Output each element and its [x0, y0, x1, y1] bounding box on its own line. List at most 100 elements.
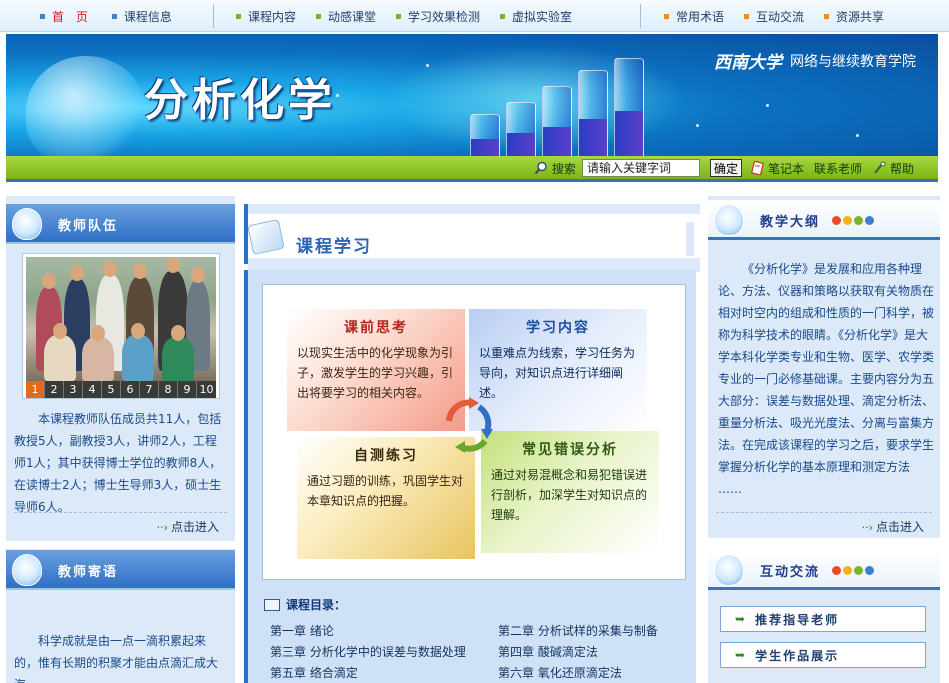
help-link[interactable]: 帮助	[890, 160, 914, 177]
photo-page-10[interactable]: 10	[197, 381, 216, 398]
double-arrow-icon: ··›	[861, 521, 873, 534]
chapter-link-4[interactable]: 第四章 酸碱滴定法	[498, 643, 598, 660]
flask-icon	[26, 56, 146, 156]
square-bullet-icon	[744, 13, 750, 19]
test-tube-icon	[614, 58, 644, 156]
syllabus-header: 教学大纲	[708, 200, 940, 240]
learning-content-text: 以重难点为线索，学习任务为导向，对知识点进行详细阐述。	[479, 346, 636, 400]
top-navigation: 首 页 课程信息 课程内容 动感课堂 学习效果检测 虚拟实验室 常用术语 互动交…	[0, 0, 949, 32]
right-column: 教学大纲 《分析化学》是发展和应用各种理论、方法、仪器和策略以获取有关物质在相对…	[708, 196, 940, 683]
pen-notepad-icon	[247, 219, 285, 255]
syllabus-more-link[interactable]: ··› 点击进入	[862, 518, 924, 535]
photo-page-3[interactable]: 3	[64, 381, 83, 398]
nav-home-label: 首 页	[52, 9, 92, 24]
search-input[interactable]	[581, 159, 700, 177]
square-bullet-icon	[824, 13, 830, 19]
double-arrow-icon: ··›	[156, 521, 168, 534]
common-errors-text: 通过对易混概念和易犯错误进行剖析，加深学生对知识点的理解。	[491, 468, 648, 522]
chapter-link-2[interactable]: 第二章 分析试样的采集与制备	[498, 622, 658, 639]
student-works-button[interactable]: ➥ 学生作品展示	[720, 642, 926, 668]
interaction-title: 互动交流	[760, 565, 821, 580]
notebook-icon	[750, 161, 764, 175]
search-bar-inner: 搜索 确定 笔记本 联系老师 帮助	[534, 158, 924, 178]
nav-divider	[640, 4, 641, 28]
search-submit-button[interactable]: 确定	[709, 159, 742, 177]
flask-icon	[714, 204, 744, 236]
nav-learning-test-label: 学习效果检测	[408, 9, 481, 24]
syllabus-text: 《分析化学》是发展和应用各种理论、方法、仪器和策略以获取有关物质在相对时空内的组…	[718, 262, 935, 496]
chapter-link-5[interactable]: 第五章 络合滴定	[270, 664, 358, 681]
nav-resources-label: 资源共享	[836, 9, 885, 24]
sparkle-icon	[696, 124, 699, 127]
university-logo: 西南大学 网络与继续教育学院	[714, 48, 916, 73]
nav-virtual-lab[interactable]: 虚拟实验室	[500, 8, 572, 25]
contact-teacher-link[interactable]: 联系老师	[814, 160, 862, 177]
arrow-icon: ➥	[735, 612, 748, 626]
teacher-team-photo[interactable]: 1 2 3 4 5 6 7 8 9 10	[23, 254, 219, 398]
square-bullet-icon	[111, 13, 117, 19]
photo-page-8[interactable]: 8	[159, 381, 178, 398]
teacher-team-more-link[interactable]: ··› 点击进入	[157, 518, 219, 535]
sparkle-icon	[426, 64, 429, 67]
nav-group-course: 课程内容 动感课堂 学习效果检测 虚拟实验室	[236, 0, 592, 32]
course-catalog-title: 课程目录：	[286, 598, 347, 612]
nav-course-content[interactable]: 课程内容	[236, 8, 296, 25]
cycle-arrows-icon	[446, 397, 493, 453]
nav-dynamic-class-label: 动感课堂	[328, 9, 377, 24]
nav-interaction-label: 互动交流	[756, 9, 805, 24]
nav-terms[interactable]: 常用术语	[664, 8, 724, 25]
divider	[14, 512, 227, 513]
help-icon	[874, 161, 886, 174]
header-band	[248, 204, 700, 214]
nav-dynamic-class[interactable]: 动感课堂	[316, 8, 376, 25]
syllabus-title: 教学大纲	[760, 215, 821, 230]
course-study-header: 课程学习	[244, 204, 700, 272]
common-errors-tile[interactable]: 常见错误分析 通过对易混概念和易犯错误进行剖析，加深学生对知识点的理解。	[481, 431, 659, 553]
nav-course-info[interactable]: 课程信息	[111, 8, 172, 25]
square-bullet-icon	[236, 13, 241, 19]
photo-page-6[interactable]: 6	[121, 381, 140, 398]
photo-page-2[interactable]: 2	[45, 381, 64, 398]
nav-virtual-lab-label: 虚拟实验室	[512, 9, 573, 24]
test-tube-icon	[578, 70, 608, 156]
study-modules: 课前思考 以现实生活中的化学现象为引子，激发学生的学习兴趣，引出将要学习的相关内…	[262, 284, 686, 580]
teacher-team-header: 教师队伍	[6, 204, 235, 244]
header-edge	[686, 222, 694, 256]
teacher-message-text: 科学成就是由一点一滴积累起来的，惟有长期的积聚才能由点滴汇成大海。	[14, 634, 219, 683]
chapter-link-3[interactable]: 第三章 分析化学中的误差与数据处理	[270, 643, 466, 660]
nav-divider	[213, 4, 214, 28]
photo-pager: 1 2 3 4 5 6 7 8 9 10	[26, 381, 216, 398]
course-study-title: 课程学习	[296, 237, 372, 257]
self-test-tile[interactable]: 自测练习 通过习题的训练，巩固学生对本章知识点的把握。	[297, 437, 475, 559]
photo-page-9[interactable]: 9	[178, 381, 197, 398]
photo-page-5[interactable]: 5	[102, 381, 121, 398]
test-tube-icon	[470, 114, 500, 156]
learning-content-title: 学习内容	[526, 320, 590, 336]
common-errors-title: 常见错误分析	[522, 442, 618, 458]
chapter-link-1[interactable]: 第一章 绪论	[270, 622, 334, 639]
course-title: 分析化学	[144, 75, 336, 126]
recommend-advisor-button[interactable]: ➥ 推荐指导老师	[720, 606, 926, 632]
photo-page-4[interactable]: 4	[83, 381, 102, 398]
panel-separator	[6, 541, 235, 549]
teacher-team-title: 教师队伍	[58, 219, 119, 234]
chapter-link-6[interactable]: 第六章 氧化还原滴定法	[498, 664, 622, 681]
teacher-message-header: 教师寄语	[6, 550, 235, 590]
nav-learning-test[interactable]: 学习效果检测	[396, 8, 480, 25]
photo-page-7[interactable]: 7	[140, 381, 159, 398]
nav-group-main: 首 页 课程信息	[40, 0, 192, 32]
course-catalog-heading: 课程目录：	[264, 596, 346, 613]
nav-interaction[interactable]: 互动交流	[744, 8, 804, 25]
photo-page-1[interactable]: 1	[26, 381, 45, 398]
flask-icon	[714, 554, 744, 586]
nav-resources[interactable]: 资源共享	[824, 8, 884, 25]
square-bullet-icon	[316, 13, 322, 19]
nav-terms-label: 常用术语	[676, 9, 725, 24]
nav-home[interactable]: 首 页	[40, 8, 92, 25]
test-tube-icon	[506, 102, 536, 156]
divider	[716, 512, 932, 513]
square-bullet-icon	[664, 13, 669, 19]
pre-class-thinking-title: 课前思考	[344, 320, 408, 336]
notebook-link[interactable]: 笔记本	[768, 160, 804, 177]
student-works-label: 学生作品展示	[755, 648, 840, 663]
